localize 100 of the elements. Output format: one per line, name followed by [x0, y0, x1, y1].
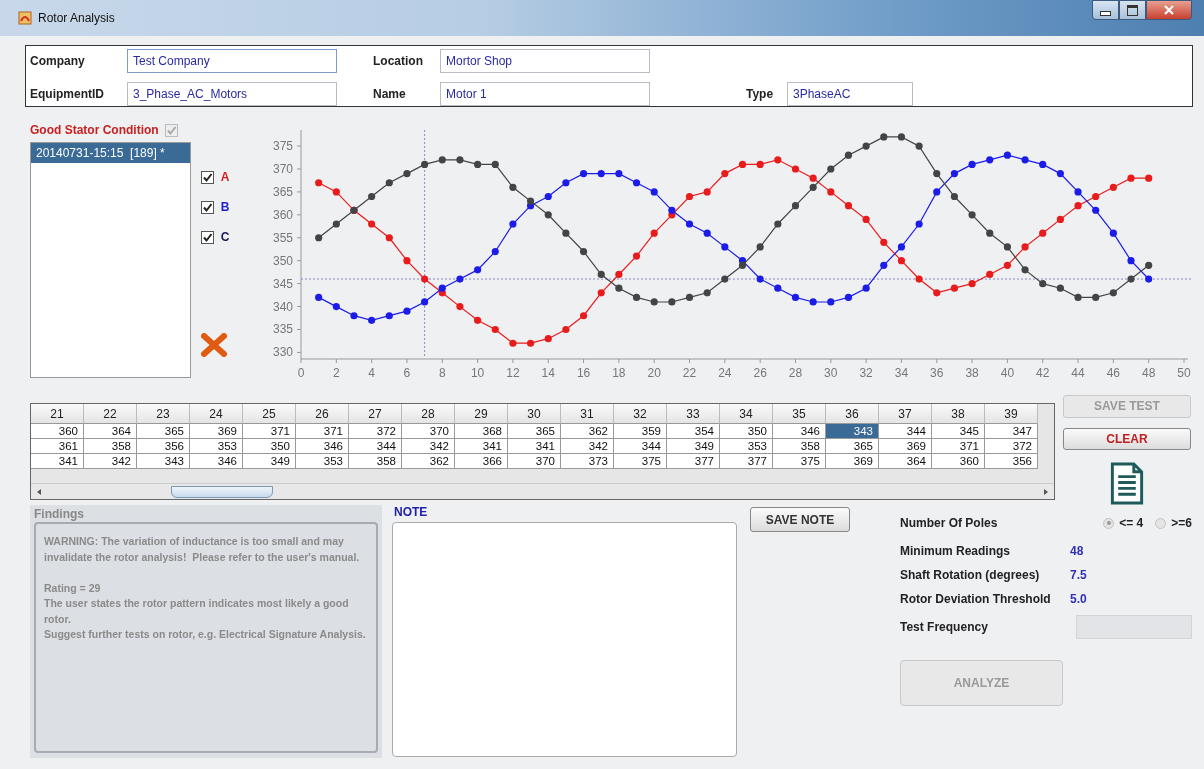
table-cell[interactable]: 366 [455, 454, 508, 469]
table-cell[interactable]: 361 [31, 439, 84, 454]
radio-button[interactable]: <= 4 [1103, 516, 1144, 530]
text-field[interactable]: 3PhaseAC [787, 81, 913, 106]
table-cell[interactable]: 373 [561, 454, 614, 469]
column-header[interactable]: 25 [243, 404, 296, 424]
table-cell[interactable]: 353 [190, 439, 243, 454]
column-header[interactable]: 26 [296, 404, 349, 424]
column-header[interactable]: 37 [879, 404, 932, 424]
table-cell[interactable]: 350 [720, 424, 773, 439]
column-header[interactable]: 24 [190, 404, 243, 424]
table-cell[interactable]: 358 [773, 439, 826, 454]
column-header[interactable]: 30 [508, 404, 561, 424]
test-list-item[interactable]: 20140731-15:15 [189] * [31, 143, 190, 163]
table-cell[interactable]: 369 [879, 439, 932, 454]
delete-icon[interactable] [200, 333, 227, 357]
column-header[interactable]: 21 [31, 404, 84, 424]
phase-checkbox[interactable] [200, 200, 214, 214]
table-cell[interactable]: 349 [667, 439, 720, 454]
table-cell[interactable]: 369 [190, 424, 243, 439]
table-cell[interactable]: 341 [455, 439, 508, 454]
column-header[interactable]: 29 [455, 404, 508, 424]
table-cell[interactable]: 371 [243, 424, 296, 439]
document-icon[interactable] [1110, 462, 1144, 505]
data-point [421, 160, 429, 168]
table-cell[interactable]: 349 [243, 454, 296, 469]
table-cell[interactable]: 360 [932, 454, 985, 469]
table-cell[interactable]: 353 [720, 439, 773, 454]
text-field[interactable]: Mortor Shop [440, 49, 650, 74]
text-field[interactable]: Motor 1 [440, 81, 650, 106]
table-cell[interactable]: 377 [720, 454, 773, 469]
data-point [685, 293, 694, 301]
table-cell[interactable]: 365 [826, 439, 879, 454]
table-cell[interactable]: 369 [826, 454, 879, 469]
table-cell[interactable]: 372 [985, 439, 1038, 454]
column-header[interactable]: 34 [720, 404, 773, 424]
data-point [1145, 275, 1153, 283]
column-header[interactable]: 22 [84, 404, 137, 424]
column-header[interactable]: 32 [614, 404, 667, 424]
column-header[interactable]: 23 [137, 404, 190, 424]
clear-button[interactable]: CLEAR [1063, 427, 1191, 451]
table-cell[interactable]: 371 [296, 424, 349, 439]
table-cell[interactable]: 365 [508, 424, 561, 439]
table-cell[interactable]: 346 [296, 439, 349, 454]
table-cell[interactable]: 370 [508, 454, 561, 469]
table-cell[interactable]: 343 [137, 454, 190, 469]
maximize-button[interactable] [1119, 0, 1146, 20]
table-cell[interactable]: 375 [773, 454, 826, 469]
table-cell[interactable]: 344 [349, 439, 402, 454]
column-header[interactable]: 36 [826, 404, 879, 424]
table-cell[interactable]: 344 [879, 424, 932, 439]
table-cell[interactable]: 344 [614, 439, 667, 454]
table-cell[interactable]: 342 [402, 439, 455, 454]
table-cell[interactable]: 346 [773, 424, 826, 439]
table-cell[interactable]: 347 [985, 424, 1038, 439]
table-cell[interactable]: 345 [932, 424, 985, 439]
column-header[interactable]: 33 [667, 404, 720, 424]
table-cell[interactable]: 354 [667, 424, 720, 439]
table-cell[interactable]: 368 [455, 424, 508, 439]
column-header[interactable]: 38 [932, 404, 985, 424]
data-point [1074, 202, 1082, 210]
table-cell[interactable]: 346 [190, 454, 243, 469]
minimize-button[interactable] [1092, 0, 1119, 20]
column-header[interactable]: 27 [349, 404, 402, 424]
table-cell[interactable]: 370 [402, 424, 455, 439]
phase-checkbox[interactable] [200, 230, 214, 244]
table-cell[interactable]: 342 [84, 454, 137, 469]
table-cell[interactable]: 362 [561, 424, 614, 439]
table-cell[interactable]: 343 [826, 424, 879, 439]
table-cell[interactable]: 353 [296, 454, 349, 469]
table-cell[interactable]: 364 [84, 424, 137, 439]
close-button[interactable] [1146, 0, 1192, 20]
phase-checkbox[interactable] [200, 170, 214, 184]
table-cell[interactable]: 365 [137, 424, 190, 439]
table-cell[interactable]: 360 [31, 424, 84, 439]
column-header[interactable]: 28 [402, 404, 455, 424]
text-field[interactable]: Test Company [127, 49, 337, 74]
table-cell[interactable]: 350 [243, 439, 296, 454]
table-cell[interactable]: 358 [84, 439, 137, 454]
table-cell[interactable]: 358 [349, 454, 402, 469]
save-note-button[interactable]: SAVE NOTE [750, 507, 850, 532]
table-cell[interactable]: 356 [985, 454, 1038, 469]
table-cell[interactable]: 372 [349, 424, 402, 439]
text-field[interactable]: 3_Phase_AC_Motors [127, 81, 337, 106]
radio-button[interactable]: >=6 [1155, 516, 1192, 530]
table-cell[interactable]: 377 [667, 454, 720, 469]
note-field[interactable] [392, 522, 737, 757]
column-header[interactable]: 39 [985, 404, 1038, 424]
table-cell[interactable]: 364 [879, 454, 932, 469]
column-header[interactable]: 35 [773, 404, 826, 424]
table-cell[interactable]: 375 [614, 454, 667, 469]
horizontal-scrollbar[interactable] [31, 483, 1054, 499]
table-cell[interactable]: 341 [31, 454, 84, 469]
table-cell[interactable]: 371 [932, 439, 985, 454]
table-cell[interactable]: 341 [508, 439, 561, 454]
table-cell[interactable]: 359 [614, 424, 667, 439]
table-cell[interactable]: 362 [402, 454, 455, 469]
table-cell[interactable]: 342 [561, 439, 614, 454]
column-header[interactable]: 31 [561, 404, 614, 424]
table-cell[interactable]: 356 [137, 439, 190, 454]
